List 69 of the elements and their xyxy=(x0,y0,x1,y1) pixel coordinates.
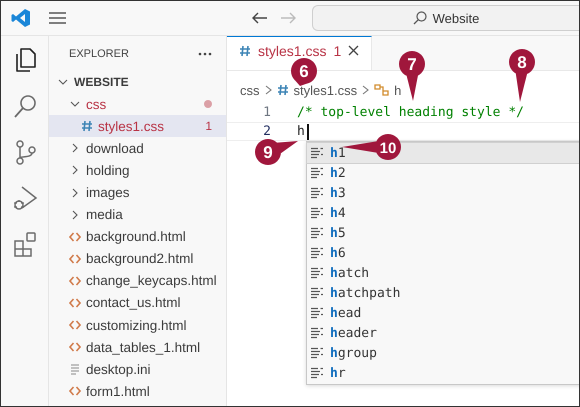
keyword-icon xyxy=(311,347,324,359)
more-actions-icon[interactable] xyxy=(198,52,212,56)
file-item[interactable]: background.html xyxy=(49,226,226,248)
suggestion-item[interactable]: h2 xyxy=(307,163,579,183)
keyword-icon xyxy=(311,367,324,379)
suggestion-item[interactable]: header xyxy=(307,323,579,343)
suggestion-item[interactable]: h6 xyxy=(307,243,579,263)
hash-icon xyxy=(81,120,93,132)
keyword-icon xyxy=(311,307,324,319)
folder-item[interactable]: download xyxy=(49,137,226,160)
menu-icon[interactable] xyxy=(49,12,66,24)
suggestion-item[interactable]: head xyxy=(307,303,579,323)
callout-marker: 6 xyxy=(291,58,317,86)
suggestion-item[interactable]: hatchpath xyxy=(307,283,579,303)
keyword-icon xyxy=(311,187,324,199)
code-brackets-icon xyxy=(69,252,81,265)
breadcrumb-item[interactable]: css xyxy=(240,82,260,98)
code-text: h xyxy=(297,124,305,139)
file-item[interactable]: data_tables_1.html xyxy=(49,336,226,358)
hash-icon xyxy=(276,84,288,96)
chevron-icon xyxy=(362,85,370,95)
code-brackets-icon xyxy=(69,385,81,398)
suggestion-item[interactable]: hatch xyxy=(307,263,579,283)
code-brackets-icon xyxy=(69,274,81,287)
file-item[interactable]: background2.html xyxy=(49,248,226,270)
line-number: 2 xyxy=(262,124,272,139)
file-item[interactable]: form1.html xyxy=(49,380,226,402)
symbol-icon xyxy=(374,83,390,97)
folder-item[interactable]: WEBSITE xyxy=(49,71,226,94)
panel-title: EXPLORER xyxy=(69,48,129,60)
code-brackets-icon xyxy=(69,319,81,332)
code-brackets-icon xyxy=(69,296,81,309)
line-number: 1 xyxy=(262,105,272,120)
keyword-icon xyxy=(311,207,324,219)
back-arrow-icon[interactable] xyxy=(252,12,268,24)
breadcrumb-item[interactable]: h xyxy=(394,82,402,98)
chevron-icon xyxy=(264,85,272,95)
keyword-icon xyxy=(311,227,324,239)
folder-item[interactable]: media xyxy=(49,204,226,226)
suggestion-item[interactable]: hgroup xyxy=(307,343,579,363)
keyword-icon xyxy=(311,147,324,159)
text-file-icon xyxy=(69,363,81,376)
close-icon[interactable] xyxy=(348,45,360,56)
keyword-icon xyxy=(311,267,324,279)
code-text: /* top-level heading style */ xyxy=(297,105,524,120)
file-item[interactable]: styles1.css 1 xyxy=(49,115,226,138)
folder-item[interactable]: css xyxy=(49,93,226,116)
hash-icon xyxy=(239,44,251,56)
suggestion-item[interactable]: h r xyxy=(307,363,579,383)
code-brackets-icon xyxy=(69,341,81,354)
folder-item[interactable]: images xyxy=(49,181,226,204)
keyword-icon xyxy=(311,247,324,259)
folder-item[interactable]: holding xyxy=(49,159,226,182)
file-item[interactable]: desktop.ini xyxy=(49,358,226,380)
search-icon xyxy=(412,11,427,25)
file-item[interactable]: contact_us.html xyxy=(49,292,226,314)
suggestion-item[interactable]: h5 xyxy=(307,223,579,243)
file-item[interactable]: customizing.html xyxy=(49,314,226,336)
keyword-icon xyxy=(311,167,324,179)
keyword-icon xyxy=(311,327,324,339)
search-field[interactable]: Website xyxy=(312,5,579,31)
text-cursor xyxy=(306,124,309,140)
error-dot xyxy=(204,100,212,108)
file-item[interactable]: change_keycaps.html xyxy=(49,270,226,292)
app-logo-icon xyxy=(11,8,31,28)
code-brackets-icon xyxy=(69,230,81,243)
suggestion-item[interactable]: h3 xyxy=(307,183,579,203)
keyword-icon xyxy=(311,287,324,299)
suggestion-item[interactable]: h4 xyxy=(307,203,579,223)
